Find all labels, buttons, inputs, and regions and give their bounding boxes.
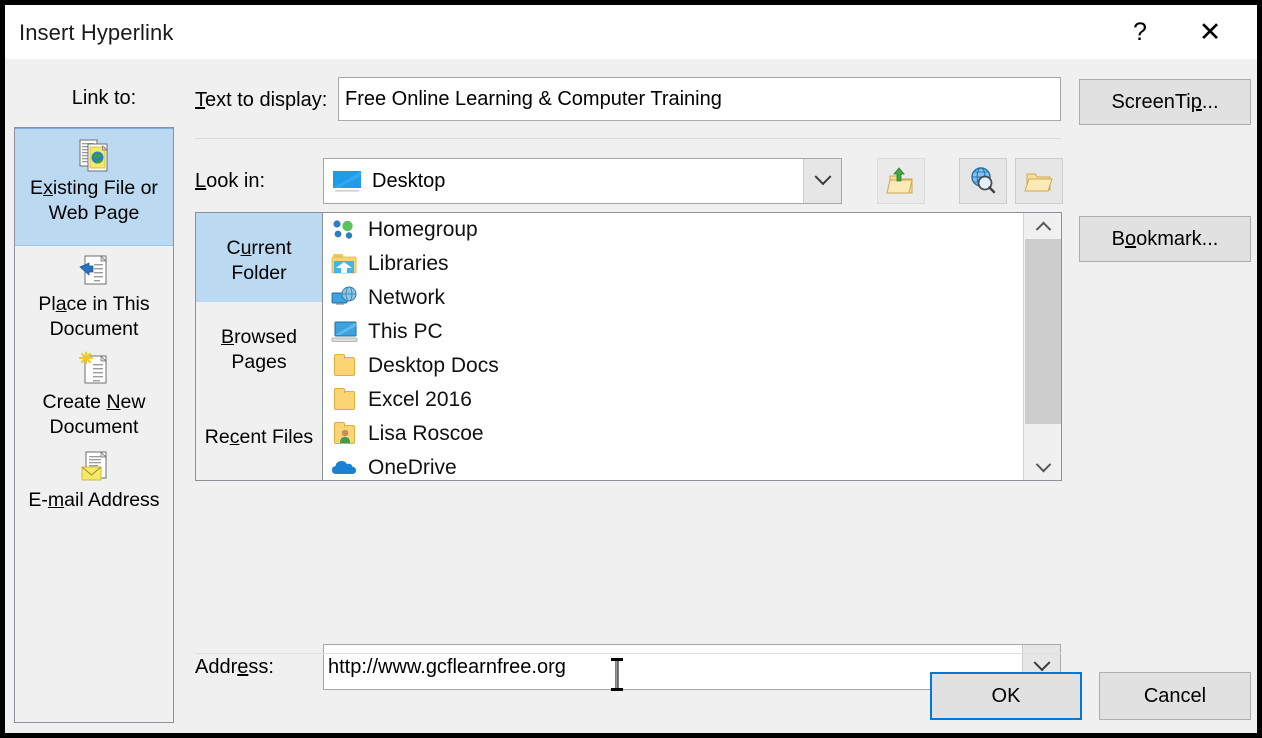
bookmark-button-label: Bookmark... xyxy=(1111,227,1219,250)
tab-browsed-pages[interactable]: Browsed Pages xyxy=(196,302,322,391)
sidebar-item-create-new-document[interactable]: Create New Document xyxy=(15,345,173,443)
list-item-label: Homegroup xyxy=(368,218,478,241)
look-in-dropdown-arrow[interactable] xyxy=(803,159,841,203)
folder-icon xyxy=(330,387,360,413)
homegroup-icon xyxy=(330,217,360,243)
file-list-scrollbar[interactable] xyxy=(1023,213,1061,480)
close-icon[interactable]: ✕ xyxy=(1187,5,1233,59)
browse-tabs-panel: Current Folder Browsed Pages Recent Files xyxy=(195,212,323,481)
look-in-combobox[interactable]: Desktop xyxy=(323,158,842,204)
new-document-icon xyxy=(74,351,114,389)
scrollbar-down-button[interactable] xyxy=(1024,454,1061,480)
link-to-panel: Existing File or Web Page Place in This … xyxy=(14,127,174,723)
web-page-icon xyxy=(74,137,114,175)
list-item-label: Excel 2016 xyxy=(368,388,472,411)
screentip-button[interactable]: ScreenTip... xyxy=(1079,79,1251,125)
user-folder-icon xyxy=(330,421,360,447)
list-item-label: OneDrive xyxy=(368,456,457,479)
list-item-label: Desktop Docs xyxy=(368,354,499,377)
file-list[interactable]: Homegroup Libraries Network This PC Desk… xyxy=(322,212,1062,481)
list-item[interactable]: Homegroup xyxy=(323,213,1022,247)
browse-for-file-button[interactable] xyxy=(1015,158,1063,204)
list-item[interactable]: This PC xyxy=(323,315,1022,349)
up-one-folder-button[interactable] xyxy=(877,158,925,204)
desktop-icon xyxy=(333,171,361,192)
sidebar-item-label: Existing File or Web Page xyxy=(30,177,158,224)
this-pc-icon xyxy=(330,319,360,345)
list-item[interactable]: Desktop Docs xyxy=(323,349,1022,383)
list-item[interactable]: Excel 2016 xyxy=(323,383,1022,417)
cancel-button-label: Cancel xyxy=(1143,684,1207,707)
help-icon[interactable]: ? xyxy=(1117,5,1163,59)
sidebar-item-label: Place in This Document xyxy=(38,293,150,340)
i-beam-cursor xyxy=(610,658,624,691)
dialog-title: Insert Hyperlink xyxy=(19,20,174,45)
sidebar-item-place-in-this-document[interactable]: Place in This Document xyxy=(15,247,173,345)
file-list-items: Homegroup Libraries Network This PC Desk… xyxy=(323,213,1022,480)
link-to-label: Link to: xyxy=(71,87,137,109)
ok-button[interactable]: OK xyxy=(930,672,1082,720)
text-to-display-input[interactable]: Free Online Learning & Computer Training xyxy=(338,77,1061,121)
scrollbar-thumb[interactable] xyxy=(1025,239,1061,424)
screentip-button-label: ScreenTip... xyxy=(1111,90,1219,113)
chevron-down-icon xyxy=(1035,456,1051,472)
list-item-label: This PC xyxy=(368,320,443,343)
browse-web-icon xyxy=(971,167,996,194)
text-to-display-label: Text to display: xyxy=(195,89,328,111)
ok-button-label: OK xyxy=(991,684,1021,707)
title-bar: Insert Hyperlink ? ✕ xyxy=(5,5,1257,59)
list-item[interactable]: Lisa Roscoe xyxy=(323,417,1022,451)
folder-icon xyxy=(330,353,360,379)
look-in-value: Desktop xyxy=(372,170,446,192)
tab-recent-files[interactable]: Recent Files xyxy=(196,391,322,480)
browse-the-web-button[interactable] xyxy=(959,158,1007,204)
dialog-body: Link to: Existing File or Web Page Place… xyxy=(5,59,1257,733)
address-value: http://www.gcflearnfree.org xyxy=(328,656,566,678)
sidebar-item-label: E-mail Address xyxy=(28,489,160,511)
look-in-label: Look in: xyxy=(195,170,266,192)
onedrive-icon xyxy=(330,455,360,480)
scrollbar-up-button[interactable] xyxy=(1024,213,1061,239)
sidebar-item-email-address[interactable]: E-mail Address xyxy=(15,443,173,515)
list-item-label: Lisa Roscoe xyxy=(368,422,484,445)
list-item[interactable]: Network xyxy=(323,281,1022,315)
sidebar-item-label: Create New Document xyxy=(42,391,146,438)
libraries-icon xyxy=(330,251,360,277)
chevron-down-icon xyxy=(814,168,831,186)
address-label: Address: xyxy=(195,656,274,678)
separator-bottom xyxy=(195,653,1061,654)
tab-current-folder[interactable]: Current Folder xyxy=(196,213,322,302)
cancel-button[interactable]: Cancel xyxy=(1099,672,1251,720)
list-item-label: Libraries xyxy=(368,252,449,275)
place-in-document-icon xyxy=(74,253,114,291)
insert-hyperlink-dialog: Insert Hyperlink ? ✕ Link to: Existing F… xyxy=(4,4,1258,734)
email-icon xyxy=(74,449,114,487)
list-item[interactable]: Libraries xyxy=(323,247,1022,281)
list-item-label: Network xyxy=(368,286,446,309)
bookmark-button[interactable]: Bookmark... xyxy=(1079,216,1251,262)
chevron-up-icon xyxy=(1035,221,1051,237)
list-item[interactable]: OneDrive xyxy=(323,451,1022,480)
up-one-folder-icon xyxy=(886,167,913,194)
network-icon xyxy=(330,285,360,311)
separator-top xyxy=(195,138,1061,139)
chevron-down-icon xyxy=(1033,654,1050,672)
open-folder-icon xyxy=(1024,173,1053,192)
sidebar-item-existing-file-or-web-page[interactable]: Existing File or Web Page xyxy=(15,128,173,246)
